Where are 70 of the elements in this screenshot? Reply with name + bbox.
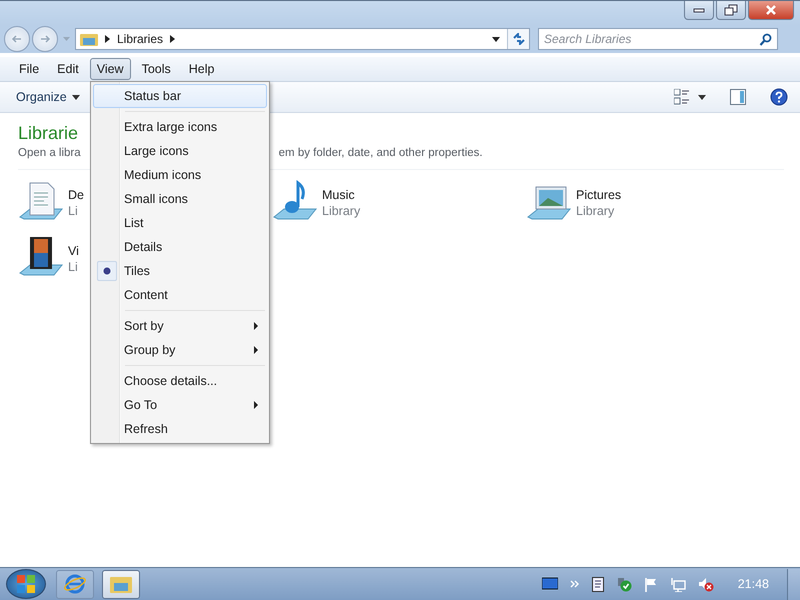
menu-item[interactable]: Choose details... <box>93 369 267 393</box>
menu-item[interactable]: Tiles <box>93 259 267 283</box>
search-icon <box>759 33 772 46</box>
library-name[interactable]: Vi <box>68 244 79 258</box>
description-text: Open a libra <box>18 147 81 159</box>
page-title: Librarie <box>18 123 78 144</box>
submenu-arrow-icon <box>254 322 258 330</box>
menu-item[interactable]: Details <box>93 235 267 259</box>
library-name[interactable]: Music <box>322 188 355 202</box>
menu-item[interactable]: Sort by <box>93 314 267 338</box>
view-options-caret-icon[interactable] <box>698 94 706 100</box>
library-name[interactable]: De <box>68 188 84 202</box>
menu-item[interactable]: Medium icons <box>93 163 267 187</box>
menu-item[interactable]: Go To <box>93 393 267 417</box>
breadcrumb-arrow-icon[interactable] <box>170 35 176 43</box>
help-icon[interactable] <box>770 88 788 106</box>
library-type: Li <box>68 260 78 274</box>
caret-icon <box>72 94 80 100</box>
organize-button[interactable]: Organize <box>10 87 86 107</box>
library-name[interactable]: Pictures <box>576 188 622 202</box>
folder-taskbar-button[interactable] <box>102 570 140 598</box>
windows-logo-icon <box>16 574 36 594</box>
back-arrow-icon <box>11 34 23 44</box>
show-hidden-icons-chevron-icon[interactable] <box>570 580 580 588</box>
menu-bar-item[interactable]: Tools <box>134 58 178 80</box>
refresh-button[interactable] <box>507 29 529 49</box>
menu-item[interactable]: Refresh <box>93 417 267 441</box>
library-type: Library <box>322 204 360 218</box>
library-type: Li <box>68 204 78 218</box>
preview-pane-icon[interactable] <box>730 89 746 105</box>
menu-item[interactable]: Status bar <box>93 84 267 108</box>
refresh-icon <box>512 33 526 45</box>
folder-icon <box>80 32 98 46</box>
library-type: Library <box>576 204 614 218</box>
menu-item[interactable]: List <box>93 211 267 235</box>
search-field[interactable]: Search Libraries <box>538 28 778 50</box>
close-button[interactable] <box>748 1 794 20</box>
menu-item[interactable]: Large icons <box>93 139 267 163</box>
menu-item[interactable]: Extra large icons <box>93 115 267 139</box>
menu-bar-item[interactable]: Help <box>182 58 222 80</box>
view-options-icon[interactable] <box>674 89 690 105</box>
minimize-button[interactable] <box>684 1 714 20</box>
breadcrumb-item[interactable]: Libraries <box>117 32 164 46</box>
menu-item[interactable]: Small icons <box>93 187 267 211</box>
close-icon <box>764 4 778 16</box>
breadcrumb-arrow-icon[interactable] <box>105 35 110 43</box>
monitor-icon[interactable] <box>542 577 558 591</box>
description-text: em by folder, date, and other properties. <box>278 147 483 159</box>
menu-bar-item[interactable]: View <box>90 58 131 80</box>
menu-item[interactable]: Group by <box>93 338 267 362</box>
restore-icon <box>724 4 738 16</box>
radio-dot-icon <box>103 267 111 275</box>
menu-item[interactable]: Content <box>93 283 267 307</box>
dropdown-caret-icon[interactable] <box>492 36 500 42</box>
submenu-arrow-icon <box>254 346 258 354</box>
show-desktop-button[interactable] <box>787 568 800 600</box>
submenu-arrow-icon <box>254 401 258 409</box>
start-button[interactable] <box>6 569 46 599</box>
restore-button[interactable] <box>716 1 746 20</box>
notepad-icon[interactable] <box>592 576 604 592</box>
speaker-muted-icon[interactable] <box>698 576 714 592</box>
address-bar[interactable]: Libraries <box>75 28 530 50</box>
menu-bar-item[interactable]: File <box>12 58 46 80</box>
network-icon[interactable] <box>670 576 686 592</box>
forward-arrow-icon <box>39 34 51 44</box>
menu-bar-item[interactable]: Edit <box>50 58 86 80</box>
browser-icon <box>64 573 86 595</box>
flag-icon[interactable] <box>644 576 658 592</box>
minimize-icon <box>692 6 706 14</box>
folder-icon <box>110 575 132 593</box>
